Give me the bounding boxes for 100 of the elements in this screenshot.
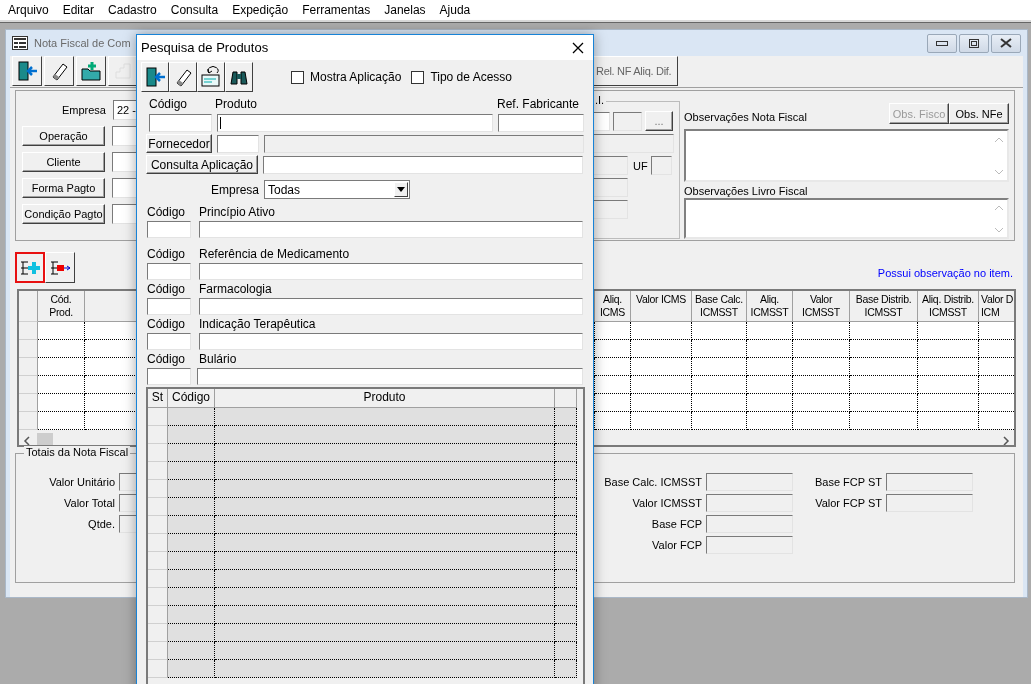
lookup-button[interactable]: Forma Pagto [22, 178, 105, 198]
table-cell [168, 534, 215, 552]
total-label: Qtde. [87, 518, 115, 530]
lookup-button[interactable]: Cliente [22, 152, 105, 172]
close-icon[interactable] [572, 41, 584, 54]
menu-item[interactable]: Janelas [384, 3, 426, 17]
toolbar-button[interactable] [169, 62, 197, 92]
report-button[interactable]: Rel. NF Aliq. Dif. [592, 56, 678, 86]
supplier-code-field[interactable] [217, 134, 259, 153]
application-field[interactable] [263, 155, 583, 174]
text-field[interactable] [593, 134, 674, 153]
scroll-right-icon [1002, 435, 1010, 445]
table-cell [747, 412, 793, 430]
restore-icon [969, 38, 979, 48]
notes-textarea[interactable] [684, 198, 1009, 239]
toolbar-button[interactable] [12, 56, 42, 86]
checkbox[interactable] [411, 70, 425, 84]
option-checkbox[interactable]: Tipo de Acesso [411, 70, 512, 84]
table-cell [555, 534, 577, 552]
table-cell [168, 588, 215, 606]
minimize-button[interactable] [927, 33, 957, 53]
code-field[interactable] [147, 221, 191, 238]
empresa-label: Empresa [60, 104, 106, 116]
row-header [148, 444, 168, 462]
text-field[interactable] [593, 200, 628, 219]
toolbar-button[interactable] [225, 62, 253, 92]
ellipsis-button[interactable]: ... [645, 111, 673, 131]
filter-field[interactable] [199, 298, 583, 315]
table-cell [793, 340, 850, 358]
scrollbar-thumb[interactable] [37, 433, 53, 445]
text-field[interactable] [613, 111, 642, 131]
code-field[interactable] [147, 368, 191, 385]
code-field[interactable] [149, 114, 212, 132]
total-field[interactable] [706, 515, 793, 533]
uf-field[interactable] [650, 156, 672, 175]
text-field[interactable] [593, 178, 628, 197]
toolbar-button[interactable] [141, 62, 169, 92]
reference-field[interactable] [498, 114, 584, 132]
table-cell [793, 394, 850, 412]
total-label: Valor Total [63, 497, 115, 509]
total-label: Valor FCP ST [814, 497, 882, 509]
supplier-name-field[interactable] [264, 134, 584, 153]
total-field[interactable] [706, 473, 793, 491]
filter-label: Princípio Ativo [199, 204, 276, 219]
table-cell [918, 376, 979, 394]
filter-field[interactable] [199, 263, 583, 280]
column-header[interactable]: Produto [215, 389, 555, 408]
application-button[interactable]: Consulta Aplicação [146, 155, 258, 174]
table-cell [692, 322, 747, 340]
table-cell [918, 340, 979, 358]
option-checkbox[interactable]: Mostra Aplicação [291, 70, 402, 84]
close-button[interactable] [991, 33, 1021, 53]
table-cell [850, 412, 918, 430]
table-cell [918, 412, 979, 430]
lookup-button[interactable]: Operação [22, 126, 105, 146]
text-field[interactable] [593, 156, 628, 175]
filter-field[interactable] [199, 221, 583, 238]
code-field[interactable] [147, 263, 191, 280]
toolbar-button[interactable] [76, 56, 106, 86]
total-field[interactable] [706, 494, 793, 512]
menu-item[interactable]: Cadastro [108, 3, 157, 17]
table-cell [918, 358, 979, 376]
list-add-icon [19, 258, 41, 277]
notes-textarea[interactable] [684, 129, 1009, 182]
menu-item[interactable]: Ajuda [439, 3, 471, 17]
filter-field[interactable] [199, 333, 583, 350]
menu-item[interactable]: Ferramentas [302, 3, 371, 17]
lookup-button[interactable]: Condição Pagto [22, 204, 105, 224]
empresa-dropdown[interactable]: Todas [264, 180, 410, 199]
menu-item[interactable]: Arquivo [8, 3, 49, 17]
table-cell [555, 624, 577, 642]
table-cell [692, 376, 747, 394]
uf-label: UF [633, 159, 648, 172]
code-field[interactable] [147, 333, 191, 350]
checkbox[interactable] [291, 70, 304, 84]
menu-item[interactable]: Expedição [232, 3, 289, 17]
table-cell [793, 322, 850, 340]
total-field[interactable] [886, 473, 973, 491]
table-cell [747, 376, 793, 394]
table-cell [850, 358, 918, 376]
filter-field[interactable] [197, 368, 583, 385]
total-label: Base FCP [650, 518, 702, 530]
supplier-button[interactable]: Fornecedor [146, 134, 212, 153]
table-cell [168, 624, 215, 642]
menu-item[interactable]: Consulta [170, 3, 219, 17]
total-field[interactable] [706, 536, 793, 554]
notes-button[interactable]: Obs. NFe [949, 103, 1009, 124]
row-header [148, 552, 168, 570]
column-header[interactable]: St [148, 389, 168, 408]
product-field[interactable] [217, 114, 493, 132]
column-header[interactable]: Código [168, 389, 215, 408]
toolbar-button[interactable] [44, 56, 74, 86]
restore-button[interactable] [959, 33, 989, 53]
table-cell [168, 516, 215, 534]
code-field[interactable] [147, 298, 191, 315]
total-field[interactable] [886, 494, 973, 512]
toolbar-button[interactable] [197, 62, 225, 92]
table-cell [555, 426, 577, 444]
table-cell [555, 408, 577, 426]
menu-item[interactable]: Editar [62, 3, 95, 17]
